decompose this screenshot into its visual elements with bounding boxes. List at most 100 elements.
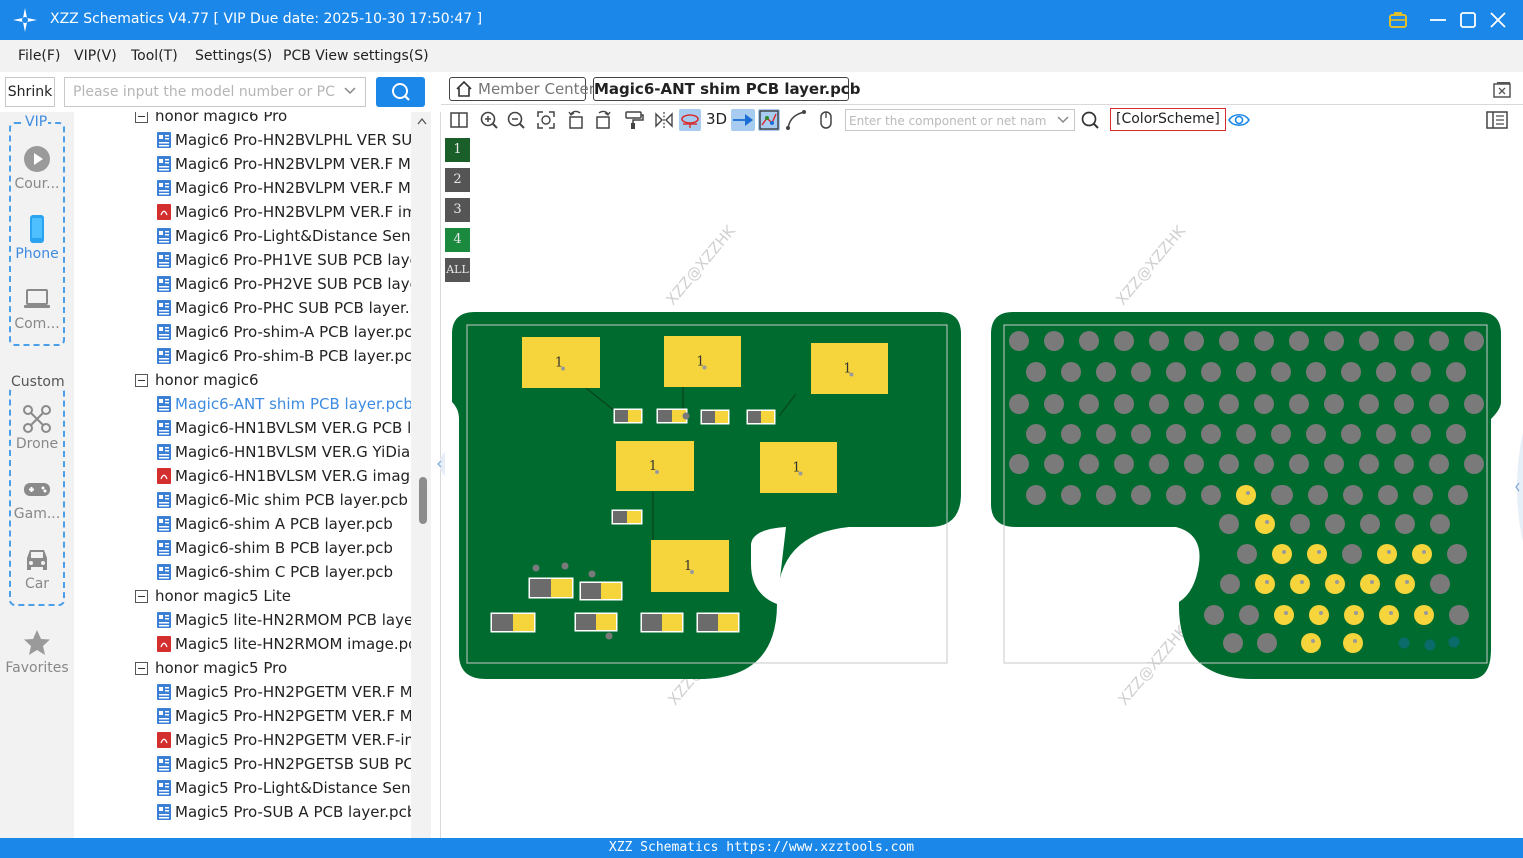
close-all-tabs-icon[interactable]	[1492, 80, 1512, 100]
component-pad[interactable]	[658, 410, 672, 422]
color-scheme-button[interactable]: [ColorScheme]	[1110, 108, 1226, 131]
mirror-icon[interactable]	[653, 109, 675, 131]
tree-file-item[interactable]: Magic5 lite-HN2RMOM image.pdf	[157, 632, 411, 656]
pad-center[interactable]	[1311, 639, 1315, 643]
component-pad[interactable]	[642, 614, 662, 631]
via[interactable]	[1009, 331, 1029, 351]
via[interactable]	[1044, 331, 1064, 351]
via[interactable]	[1096, 424, 1116, 444]
via[interactable]	[1009, 454, 1029, 474]
collapse-toggle-icon[interactable]	[135, 662, 148, 675]
via[interactable]	[1324, 394, 1344, 414]
via[interactable]	[1306, 424, 1326, 444]
via[interactable]	[1166, 362, 1186, 382]
component-pad[interactable]	[530, 579, 551, 597]
via[interactable]	[1359, 394, 1379, 414]
via[interactable]	[1201, 424, 1221, 444]
via[interactable]	[1394, 394, 1414, 414]
tree-file-item[interactable]: Magic5 Pro-HN2PGETM VER.F MB	[157, 704, 411, 728]
rail-item-favorites[interactable]: Favorites	[0, 628, 74, 676]
via[interactable]	[1308, 485, 1328, 505]
via[interactable]	[1430, 514, 1450, 534]
component-pad[interactable]	[718, 614, 738, 631]
zoom-in-icon[interactable]	[478, 109, 500, 131]
via[interactable]	[1429, 331, 1449, 351]
maximize-icon[interactable]	[1456, 8, 1480, 32]
component-pad[interactable]	[662, 614, 682, 631]
tree-file-item[interactable]: Magic5 Pro-HN2PGETSB SUB PCB	[157, 752, 411, 776]
tree-file-item[interactable]: Magic6 Pro-PH1VE SUB PCB layer.p	[157, 248, 411, 272]
fit-view-icon[interactable]	[535, 109, 557, 131]
vip-briefcase-icon[interactable]	[1386, 8, 1410, 32]
via[interactable]	[1184, 454, 1204, 474]
via[interactable]	[1449, 605, 1469, 625]
pad-center[interactable]	[1424, 611, 1428, 615]
show-traces-button[interactable]	[758, 109, 780, 131]
via[interactable]	[1044, 454, 1064, 474]
via[interactable]	[1220, 574, 1240, 594]
via[interactable]	[1079, 331, 1099, 351]
test-point[interactable]	[532, 564, 540, 572]
yellow-pad[interactable]	[1255, 514, 1275, 534]
via[interactable]	[1413, 485, 1433, 505]
component-search-input[interactable]	[846, 111, 1046, 131]
via[interactable]	[1257, 633, 1277, 653]
via[interactable]	[1447, 544, 1467, 564]
via[interactable]	[1223, 633, 1243, 653]
pcb-canvas[interactable]: 1 2 3 4 ALL XZZ@XZZHK XZZ@XZZHK XZZ@XZZH…	[437, 134, 1523, 838]
via[interactable]	[1149, 331, 1169, 351]
tree-file-item[interactable]: Magic6-Mic shim PCB layer.pcb	[157, 488, 411, 512]
component-pad[interactable]	[492, 614, 513, 631]
via[interactable]	[1341, 362, 1361, 382]
model-search-input[interactable]	[65, 78, 335, 106]
minimize-icon[interactable]	[1426, 8, 1450, 32]
yellow-pad[interactable]	[1414, 605, 1434, 625]
via[interactable]	[1131, 424, 1151, 444]
via[interactable]	[1342, 544, 1362, 564]
via[interactable]	[1448, 485, 1468, 505]
via[interactable]	[1204, 605, 1224, 625]
via[interactable]	[1446, 362, 1466, 382]
via[interactable]	[1131, 485, 1151, 505]
tree-file-item[interactable]: Magic6 Pro-shim-B PCB layer.pcb	[157, 344, 411, 368]
via[interactable]	[1411, 362, 1431, 382]
tree-file-item[interactable]: Magic5 Pro-Light&Distance Senso	[157, 776, 411, 800]
menu-pcb-view-settings[interactable]: PCB View settings(S)	[283, 48, 429, 64]
chevron-down-icon[interactable]	[343, 84, 357, 98]
test-point[interactable]	[588, 570, 596, 578]
via[interactable]	[1360, 514, 1380, 534]
via[interactable]	[1009, 394, 1029, 414]
yellow-pad[interactable]	[1274, 605, 1294, 625]
tree-file-item[interactable]: Magic6 Pro-Light&Distance Senso	[157, 224, 411, 248]
via[interactable]	[1166, 424, 1186, 444]
pad-via[interactable]	[690, 570, 694, 574]
via[interactable]	[1061, 424, 1081, 444]
flip-view-button[interactable]	[731, 109, 755, 131]
small-via[interactable]	[1424, 639, 1436, 651]
via[interactable]	[1306, 362, 1326, 382]
yellow-pad[interactable]	[1379, 605, 1399, 625]
via[interactable]	[1359, 331, 1379, 351]
via[interactable]	[1131, 362, 1151, 382]
via[interactable]	[1464, 331, 1484, 351]
via[interactable]	[1239, 605, 1259, 625]
via[interactable]	[1026, 485, 1046, 505]
component-pad[interactable]	[628, 410, 641, 422]
via[interactable]	[1429, 394, 1449, 414]
yellow-pad[interactable]	[1309, 605, 1329, 625]
pad-center[interactable]	[1370, 580, 1374, 584]
via[interactable]	[1201, 362, 1221, 382]
yellow-pad[interactable]	[1344, 605, 1364, 625]
via[interactable]	[1411, 424, 1431, 444]
yellow-pad[interactable]	[1236, 485, 1256, 505]
tab-active-pcb[interactable]: Magic6-ANT shim PCB layer.pcb	[593, 77, 860, 101]
via[interactable]	[1114, 394, 1134, 414]
rail-item-game[interactable]: Gam...	[0, 474, 74, 522]
via[interactable]	[1430, 574, 1450, 594]
via[interactable]	[1236, 362, 1256, 382]
tree-file-item[interactable]: Magic6-ANT shim PCB layer.pcb	[157, 392, 411, 416]
pad-center[interactable]	[1246, 491, 1250, 495]
component-pad[interactable]	[601, 583, 621, 599]
pad-center[interactable]	[1300, 580, 1304, 584]
component-pad[interactable]	[702, 411, 715, 423]
